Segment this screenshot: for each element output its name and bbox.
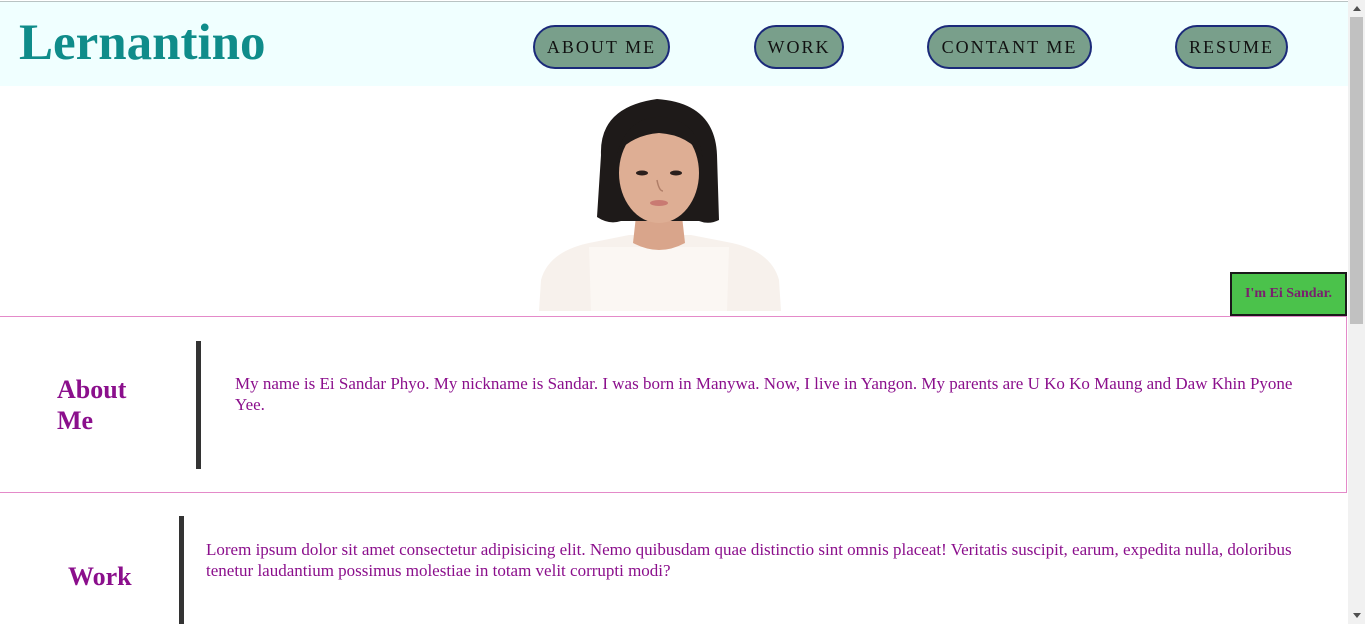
hero <box>0 86 1348 316</box>
site-logo[interactable]: Lernantino <box>19 18 266 69</box>
profile-photo <box>539 95 781 311</box>
scrollbar-thumb[interactable] <box>1350 17 1363 324</box>
work-section-text: Lorem ipsum dolor sit amet consectetur a… <box>206 540 1292 580</box>
scroll-down-arrow-icon[interactable] <box>1348 607 1365 624</box>
vertical-scrollbar[interactable] <box>1348 0 1365 624</box>
about-section-title: About Me <box>57 375 127 435</box>
site-header: Lernantino ABOUT ME WORK CONTANT ME RESU… <box>0 1 1348 86</box>
nav-contact-button[interactable]: CONTANT ME <box>927 25 1092 69</box>
about-divider <box>196 341 201 469</box>
work-divider <box>179 516 184 624</box>
about-section-text: My name is Ei Sandar Phyo. My nickname i… <box>235 374 1293 414</box>
work-section: Work Lorem ipsum dolor sit amet consecte… <box>0 493 1347 624</box>
nav-work-button[interactable]: WORK <box>754 25 844 69</box>
nav-resume-button[interactable]: RESUME <box>1175 25 1288 69</box>
work-section-title: Work <box>68 562 132 591</box>
name-badge: I'm Ei Sandar. <box>1230 272 1347 316</box>
nav-about-me-button[interactable]: ABOUT ME <box>533 25 670 69</box>
page: Lernantino ABOUT ME WORK CONTANT ME RESU… <box>0 0 1348 624</box>
scroll-up-arrow-icon[interactable] <box>1348 0 1365 17</box>
about-section: About Me My name is Ei Sandar Phyo. My n… <box>0 316 1347 493</box>
